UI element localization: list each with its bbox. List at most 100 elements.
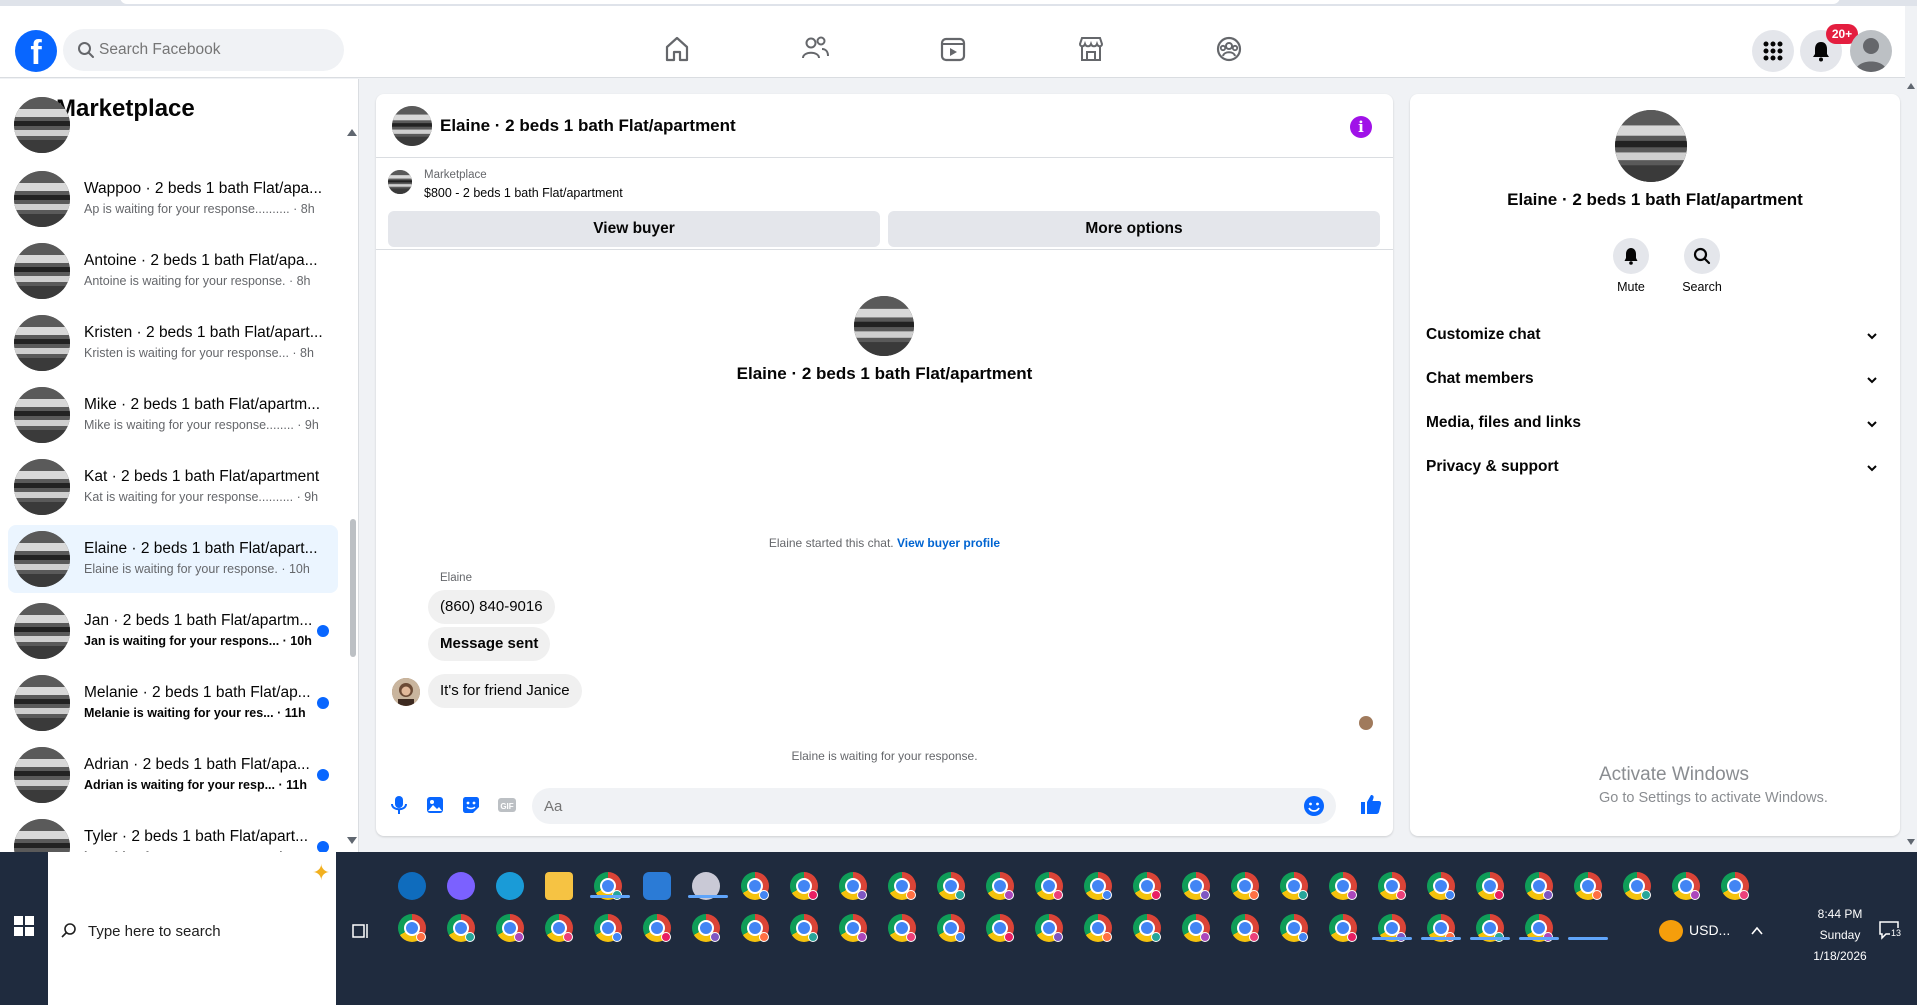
folder-icon[interactable]: [545, 872, 573, 900]
scroll-down-arrow[interactable]: [1907, 839, 1915, 845]
copilot-icon[interactable]: [447, 872, 475, 900]
profile-badge-icon: [1102, 932, 1112, 942]
groups-icon[interactable]: [1212, 32, 1246, 66]
conversation-item[interactable]: Kristen · 2 beds 1 bath Flat/apart... Kri…: [8, 309, 338, 377]
url-bar[interactable]: [120, 0, 1840, 4]
more-options-button[interactable]: More options: [888, 211, 1380, 247]
chevron-up-icon[interactable]: [1750, 924, 1764, 938]
message-composer[interactable]: [532, 788, 1336, 824]
conversation-item[interactable]: Antoine · 2 beds 1 bath Flat/apa... Antoi…: [8, 237, 338, 305]
search-input[interactable]: [99, 29, 329, 71]
conversation-name: Melanie · 2 beds 1 bath Flat/ap...: [84, 684, 311, 701]
sticker-icon[interactable]: [460, 794, 482, 816]
listing-photo-icon: [14, 531, 70, 587]
conversation-preview: Kristen is waiting for your response... …: [84, 346, 314, 360]
message-bubble[interactable]: Message sent: [428, 627, 551, 661]
conversation-name: Kat · 2 beds 1 bath Flat/apartment: [84, 468, 320, 485]
profile-avatar[interactable]: [1850, 30, 1892, 72]
message-sender-name: Elaine: [440, 572, 472, 584]
profile-badge-icon: [1347, 890, 1357, 900]
profile-badge-icon: [661, 932, 671, 942]
active-app-indicator: [1519, 937, 1559, 940]
page-scrollbar[interactable]: [1905, 79, 1917, 852]
conversation-item[interactable]: Elaine · 2 beds 1 bath Flat/apart... Elai…: [8, 525, 338, 593]
message-bubble[interactable]: (860) 840-9016: [428, 590, 555, 624]
listing-price[interactable]: $800 - 2 beds 1 bath Flat/apartment: [424, 186, 623, 200]
listing-card: Marketplace $800 - 2 beds 1 bath Flat/ap…: [376, 158, 1393, 250]
emoji-icon[interactable]: [1303, 795, 1325, 817]
conversation-item[interactable]: Mike · 2 beds 1 bath Flat/apartm... Mike …: [8, 381, 338, 449]
conversation-thumbnail: [14, 603, 70, 659]
mute-label: Mute: [1617, 280, 1645, 294]
outlook-icon[interactable]: [398, 872, 426, 900]
home-icon[interactable]: [660, 32, 694, 66]
listing-photo-icon: [14, 459, 70, 515]
conversation-item[interactable]: Jan · 2 beds 1 bath Flat/apartm... Jan is…: [8, 597, 338, 665]
chat-started-text: Elaine started this chat.: [768, 536, 894, 550]
search-action[interactable]: Search: [1667, 238, 1737, 294]
thumbs-up-icon[interactable]: [1359, 792, 1383, 816]
message-bubble[interactable]: It's for friend Janice: [428, 674, 582, 708]
chat-title[interactable]: Elaine · 2 beds 1 bath Flat/apartment: [440, 116, 736, 136]
conversation-name: Kristen · 2 beds 1 bath Flat/apart...: [84, 324, 323, 341]
bell-icon: [1624, 248, 1638, 265]
conversation-preview: Mike is waiting for your response.......…: [84, 418, 319, 432]
conversation-preview: Elaine is waiting for your response. · 1…: [84, 562, 310, 576]
conversation-item[interactable]: Wappoo · 2 beds 1 bath Flat/apa... Ap is …: [8, 165, 338, 233]
notification-center[interactable]: 13: [1878, 920, 1903, 940]
taskbar-search[interactable]: Type here to search ✦: [48, 852, 336, 1005]
facebook-search-box[interactable]: [63, 29, 344, 71]
profile-badge-icon: [710, 932, 720, 942]
chevron-down-icon: [1867, 465, 1877, 472]
conversation-item[interactable]: Kat · 2 beds 1 bath Flat/apartment Kat is…: [8, 453, 338, 521]
scroll-down-arrow[interactable]: [347, 837, 357, 844]
info-icon[interactable]: i: [1350, 116, 1372, 138]
customize-chat-section[interactable]: Customize chat: [1426, 316, 1884, 356]
search-icon: [61, 923, 76, 938]
photo-icon[interactable]: [424, 794, 446, 816]
sender-avatar[interactable]: [392, 678, 420, 706]
message-input[interactable]: [544, 788, 1284, 824]
conversation-item[interactable]: Tyler · 2 beds 1 bath Flat/apart...is wa…: [8, 813, 338, 852]
view-buyer-button[interactable]: View buyer: [388, 211, 880, 247]
profile-badge-icon: [906, 932, 916, 942]
chat-panel: Elaine · 2 beds 1 bath Flat/apartment i …: [376, 94, 1393, 836]
conversation-item[interactable]: Melanie · 2 beds 1 bath Flat/ap... Melani…: [8, 669, 338, 737]
chat-avatar[interactable]: [392, 106, 432, 146]
privacy-support-section[interactable]: Privacy & support: [1426, 448, 1884, 488]
mute-action[interactable]: Mute: [1596, 238, 1666, 294]
conversation-item[interactable]: Adrian · 2 beds 1 bath Flat/apa... Adrian…: [8, 741, 338, 809]
profile-badge-icon: [759, 890, 769, 900]
marketplace-icon[interactable]: [1074, 32, 1108, 66]
menu-button[interactable]: [1752, 30, 1794, 72]
gif-icon[interactable]: GIF: [496, 794, 518, 816]
taskbar-clock[interactable]: 8:44 PM Sunday 1/18/2026: [1800, 904, 1880, 967]
currency-icon: [1659, 920, 1683, 942]
profile-badge-icon: [857, 932, 867, 942]
facebook-logo[interactable]: f: [15, 30, 57, 72]
microphone-icon[interactable]: [388, 794, 410, 816]
profile-badge-icon: [1053, 890, 1063, 900]
video-icon[interactable]: [936, 32, 970, 66]
media-files-links-section[interactable]: Media, files and links: [1426, 404, 1884, 444]
active-app-indicator: [1568, 937, 1608, 940]
scroll-up-arrow[interactable]: [1907, 83, 1915, 89]
store-icon[interactable]: [643, 872, 671, 900]
waiting-notice: Elaine is waiting for your response.: [791, 749, 978, 763]
facebook-top-bar: f 20+: [0, 6, 1905, 78]
sidebar-scrollbar[interactable]: [350, 519, 356, 657]
grid-menu-icon: [1763, 41, 1783, 61]
listing-thumbnail[interactable]: [388, 170, 412, 194]
start-button[interactable]: [0, 852, 48, 1005]
profile-badge-icon: [1298, 932, 1308, 942]
conversation-thumbnail: [14, 747, 70, 803]
chat-members-section[interactable]: Chat members: [1426, 360, 1884, 400]
view-buyer-profile-link[interactable]: View buyer profile: [897, 536, 1000, 550]
friends-icon[interactable]: [798, 32, 832, 66]
profile-badge-icon: [1347, 932, 1357, 942]
search-label: Search: [1682, 280, 1722, 294]
search-icon: [78, 42, 94, 58]
edge-icon[interactable]: [496, 872, 524, 900]
scroll-up-arrow[interactable]: [347, 129, 357, 136]
task-view-icon[interactable]: [350, 922, 370, 940]
